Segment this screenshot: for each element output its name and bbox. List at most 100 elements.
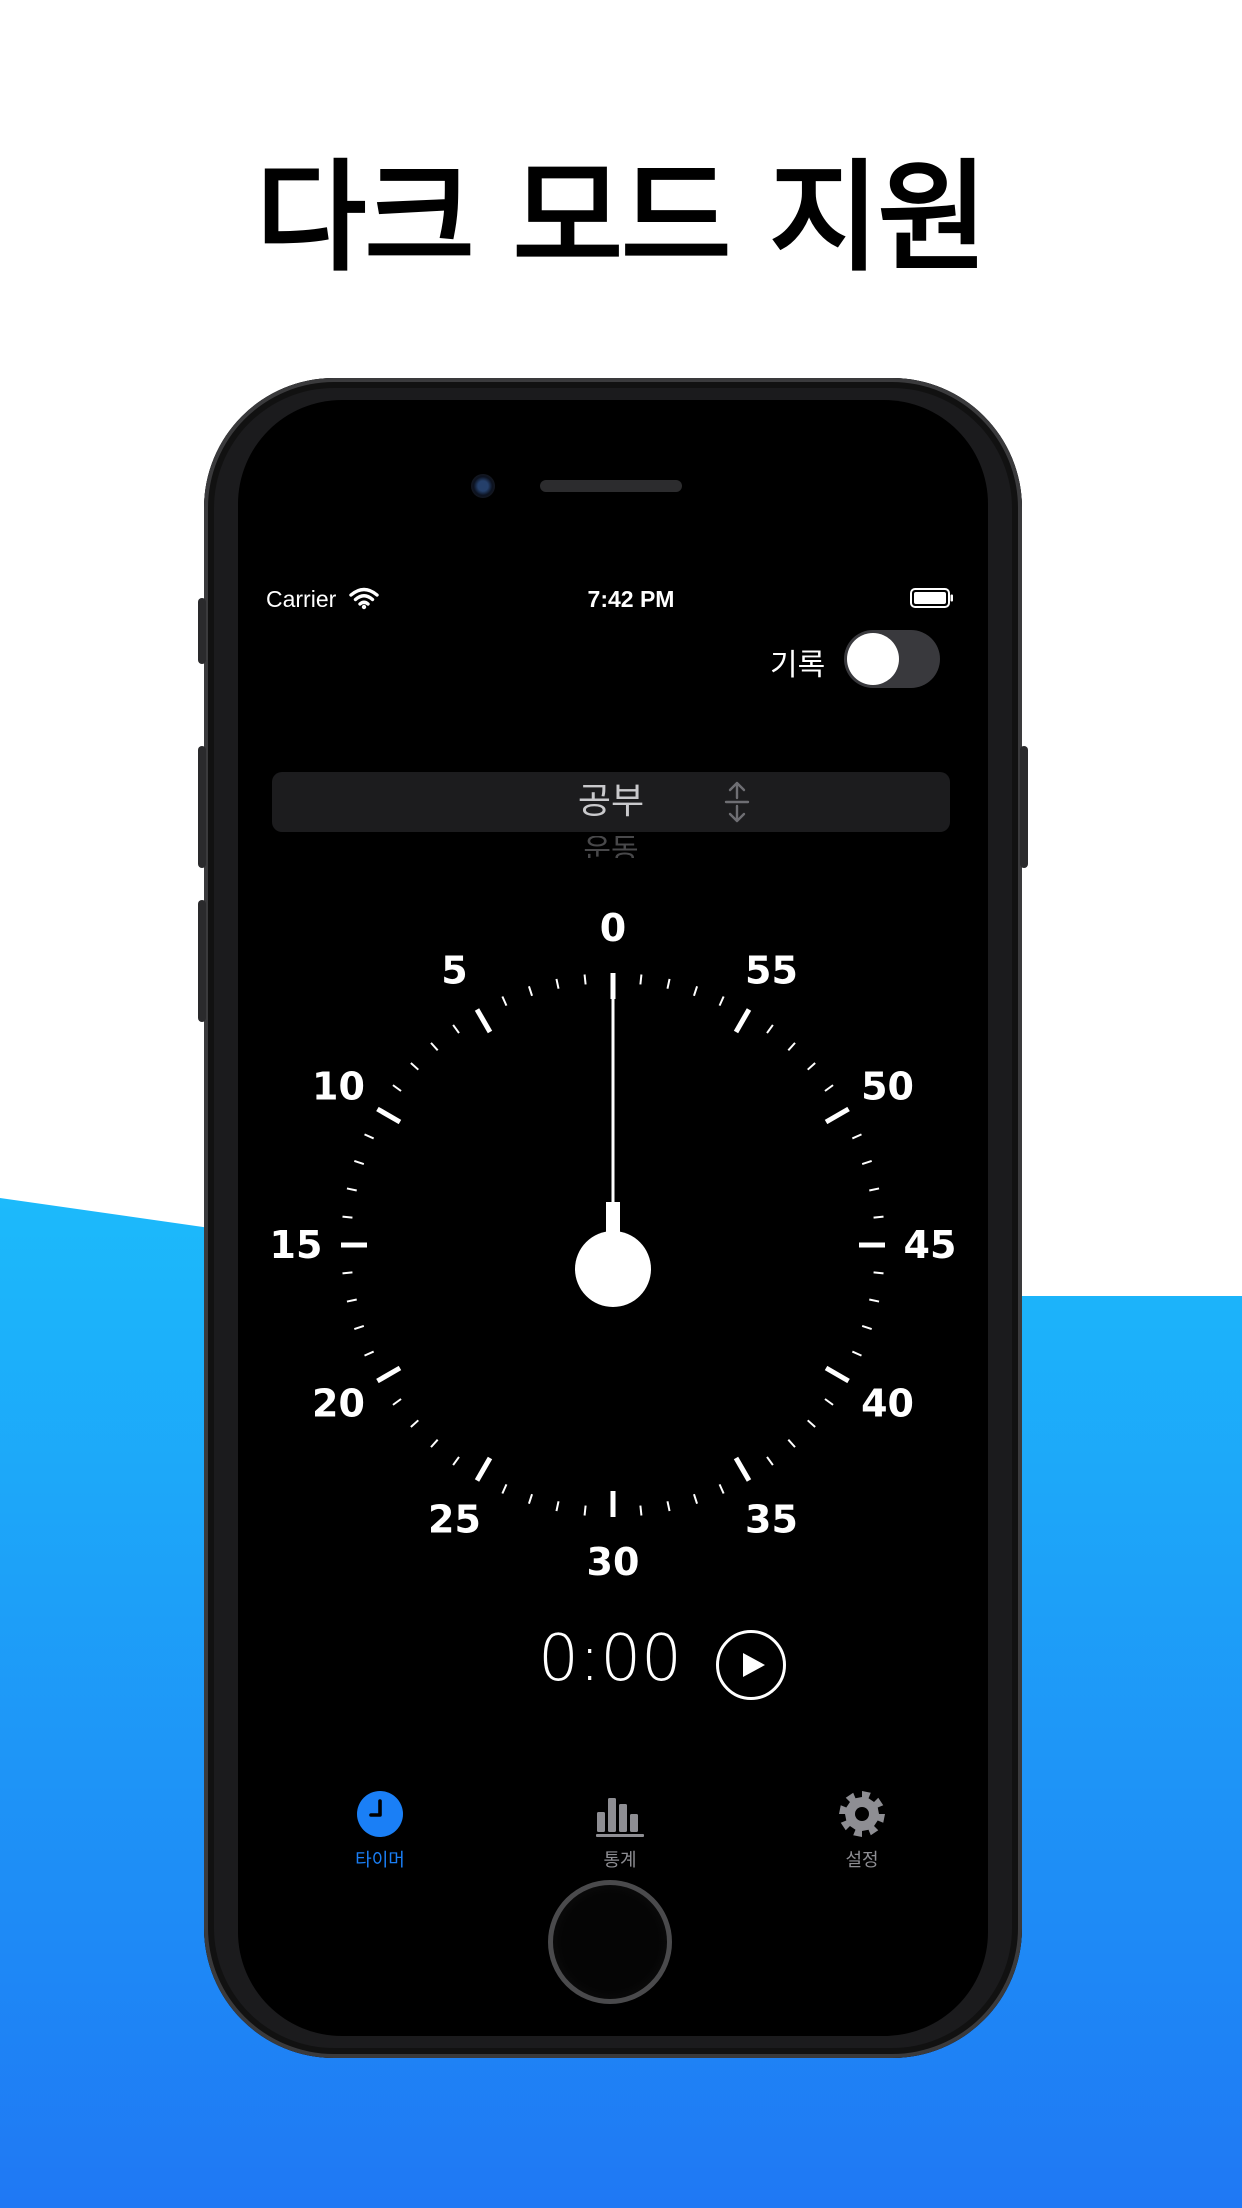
dial-label: 25 [428,1498,481,1542]
mode-picker[interactable]: 공부 [272,772,950,832]
major-tick [824,1365,850,1384]
minor-tick [527,1493,533,1504]
minor-tick [666,978,671,989]
dial-label: 45 [904,1223,957,1267]
minor-tick [718,1483,725,1494]
toggle-knob [847,633,899,685]
minor-tick [639,974,643,985]
minor-tick [787,1042,796,1051]
major-tick [474,1008,493,1034]
home-button[interactable] [548,1880,672,2004]
minor-tick [346,1187,357,1192]
minor-tick [527,986,533,997]
major-tick [733,1008,752,1034]
dial-label: 5 [441,948,467,992]
power-button [1020,746,1028,868]
major-tick [376,1106,402,1125]
minor-tick [346,1298,357,1303]
minor-tick [583,1505,587,1516]
minor-tick [851,1350,862,1357]
minor-tick [430,1042,439,1051]
clock-icon [357,1791,403,1837]
record-label: 기록 [770,648,826,683]
minor-tick [501,1483,508,1494]
gear-icon [839,1791,885,1837]
major-tick [824,1106,850,1125]
battery-icon [910,588,953,608]
minor-tick [824,1398,834,1406]
minor-tick [501,996,508,1007]
tab-timer-label: 타이머 [355,1850,405,1871]
minor-tick [354,1159,365,1165]
minor-tick [555,1501,560,1512]
tab-timer[interactable]: 타이머 [310,1790,450,1872]
timer-display: 0:00 [538,1622,682,1696]
minor-tick [766,1456,774,1466]
minor-tick [807,1062,816,1071]
silent-switch [198,598,206,664]
tab-stats[interactable]: 통계 [550,1790,690,1872]
dial-label: 35 [745,1498,798,1542]
minor-tick [869,1187,880,1192]
tab-settings[interactable]: 설정 [792,1790,932,1872]
minor-tick [766,1024,774,1034]
timer-dial[interactable]: 0 5 10 15 20 25 30 35 40 45 50 55 [268,900,958,1590]
minor-tick [410,1419,419,1428]
major-tick [733,1456,752,1482]
dial-hand[interactable] [575,992,651,1307]
minor-tick [354,1325,365,1331]
dial-label: 40 [861,1382,914,1426]
minor-tick [392,1084,402,1092]
minor-tick [452,1456,460,1466]
minor-tick [861,1325,872,1331]
minor-tick [392,1398,402,1406]
minor-tick [430,1439,439,1448]
play-icon [743,1653,765,1677]
minor-tick [583,974,587,985]
tab-stats-label: 통계 [603,1850,637,1871]
dial-label: 15 [270,1223,323,1267]
minor-tick [851,1133,862,1140]
status-time: 7:42 PM [587,586,675,612]
minor-tick [861,1159,872,1165]
minor-tick [718,996,725,1007]
tab-settings-label: 설정 [845,1850,879,1871]
dial-label: 10 [312,1065,365,1109]
carrier-label: Carrier [266,586,337,612]
minor-tick [364,1350,375,1357]
minor-tick [824,1084,834,1092]
mode-picker-next-option[interactable]: 운동 [272,836,950,858]
minor-tick [342,1271,353,1275]
dial-label: 20 [312,1382,365,1426]
minor-tick [693,1493,699,1504]
minor-tick [555,978,560,989]
bar-chart-icon [596,1798,644,1837]
major-tick [376,1365,402,1384]
minor-tick [452,1024,460,1034]
minor-tick [666,1501,671,1512]
play-button[interactable] [716,1630,786,1700]
front-camera [471,474,495,498]
up-down-arrows-icon [724,781,750,823]
earpiece-speaker [540,480,682,492]
record-toggle[interactable] [844,630,940,688]
dial-label: 30 [587,1540,640,1584]
dial-label: 0 [600,906,626,950]
minor-tick [787,1439,796,1448]
dial-label: 50 [861,1065,914,1109]
volume-up-button [198,746,206,868]
headline: 다크 모드 지원 [256,149,988,288]
mode-picker-selected: 공부 [577,781,645,822]
minor-tick [869,1298,880,1303]
minor-tick [807,1419,816,1428]
major-tick [474,1456,493,1482]
minor-tick [873,1215,884,1219]
minor-tick [873,1271,884,1275]
hand-center-knob [575,1231,651,1307]
volume-down-button [198,900,206,1022]
minor-tick [693,986,699,997]
minor-tick [364,1133,375,1140]
minor-tick [639,1505,643,1516]
minor-tick [410,1062,419,1071]
dial-label: 55 [745,948,798,992]
